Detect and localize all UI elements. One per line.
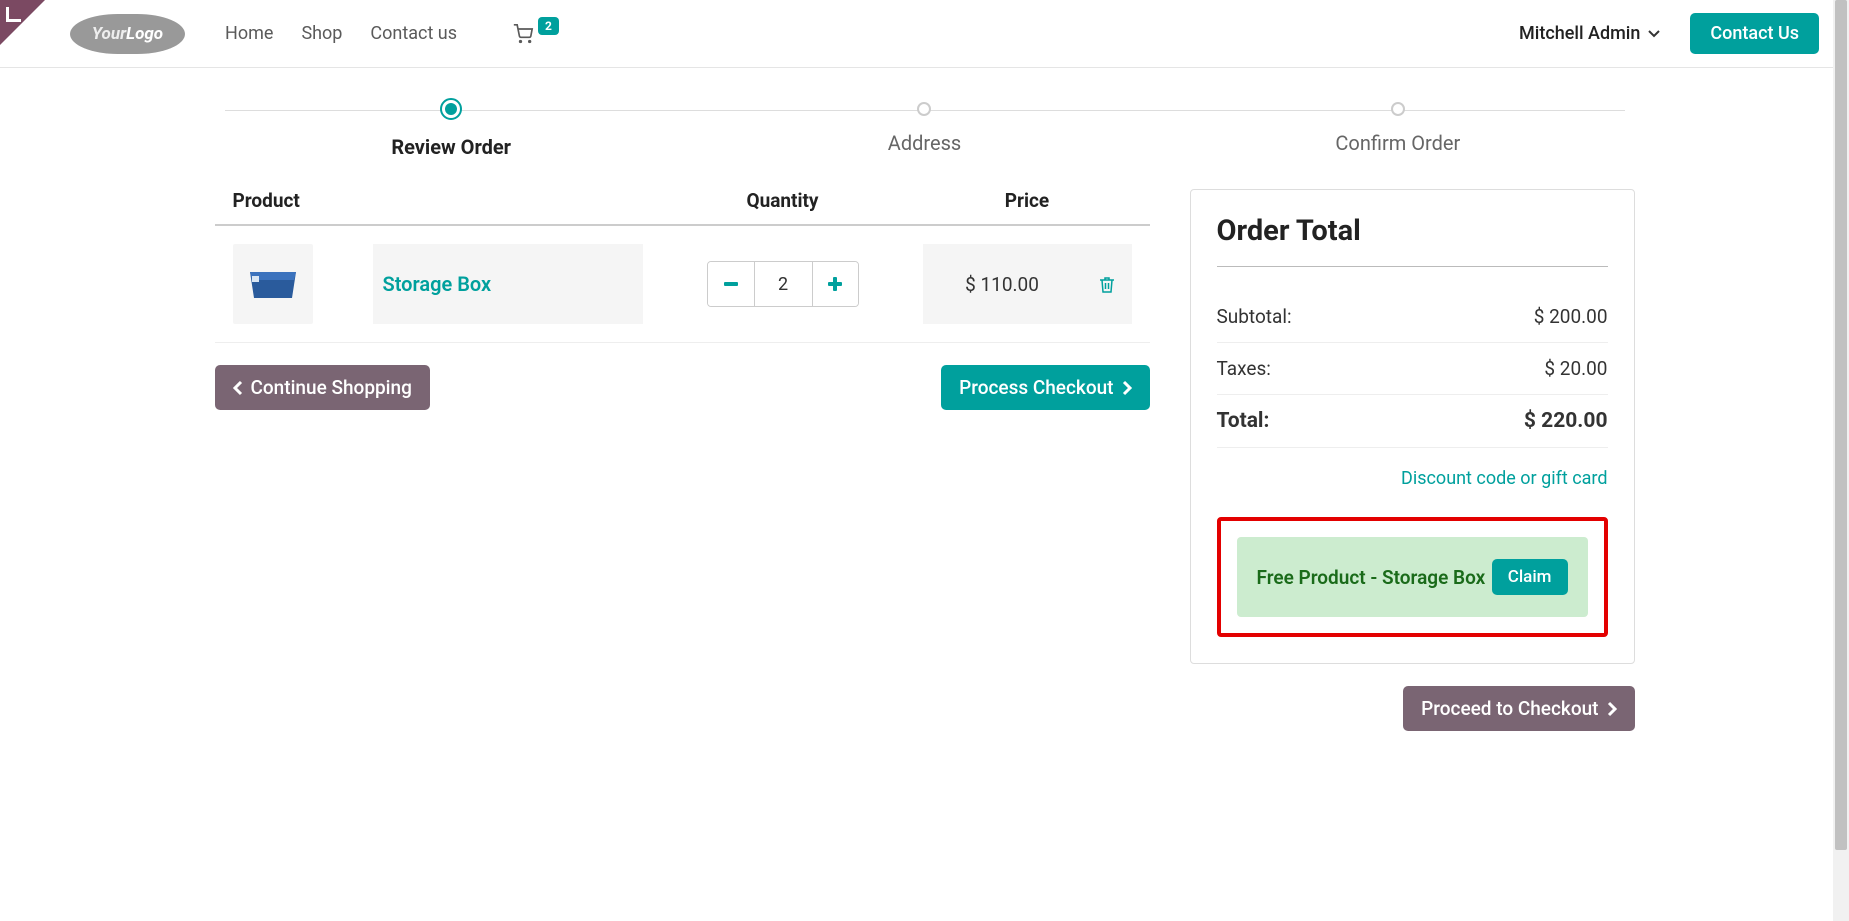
scrollbar-thumb[interactable]: [1835, 0, 1847, 850]
col-price: Price: [923, 189, 1132, 212]
header: YourLogo Home Shop Contact us 2 Mitchell…: [0, 0, 1849, 68]
quantity-stepper: 2: [707, 261, 859, 307]
reward-highlight-box: Free Product - Storage Box Claim: [1217, 517, 1608, 637]
reward-banner: Free Product - Storage Box Claim: [1237, 537, 1588, 617]
user-menu[interactable]: Mitchell Admin: [1519, 23, 1660, 44]
summary-value: $ 20.00: [1544, 357, 1607, 380]
summary-value: $ 200.00: [1534, 305, 1608, 328]
step-dot-icon: [1391, 102, 1405, 116]
caret-down-icon: [1648, 30, 1660, 38]
step-review-order[interactable]: Review Order: [215, 98, 688, 159]
product-image[interactable]: [233, 244, 313, 324]
process-checkout-label: Process Checkout: [959, 376, 1113, 399]
logo-text-1: Your: [92, 24, 126, 44]
chevron-right-icon: [1607, 701, 1617, 717]
qty-increase-button[interactable]: [812, 262, 858, 306]
dev-corner-badge[interactable]: [0, 0, 45, 45]
summary-row-subtotal: Subtotal: $ 200.00: [1217, 291, 1608, 343]
cart-header-row: Product Quantity Price: [215, 189, 1150, 226]
price-cell: $ 110.00: [923, 244, 1082, 324]
discount-link-wrap: Discount code or gift card: [1217, 468, 1608, 489]
claim-reward-button[interactable]: Claim: [1492, 559, 1568, 595]
qty-decrease-button[interactable]: [708, 262, 754, 306]
product-link[interactable]: Storage Box: [383, 272, 492, 296]
proceed-label: Proceed to Checkout: [1421, 697, 1598, 720]
proceed-row: Proceed to Checkout: [1190, 686, 1635, 731]
contact-us-button[interactable]: Contact Us: [1690, 13, 1819, 54]
col-product: Product: [233, 189, 643, 212]
quantity-cell: 2: [643, 261, 923, 307]
user-name: Mitchell Admin: [1519, 23, 1640, 44]
qty-input[interactable]: 2: [754, 262, 812, 306]
reward-text: Free Product - Storage Box: [1257, 566, 1486, 589]
vertical-scrollbar[interactable]: [1833, 0, 1849, 921]
main-container: Review Order Address Confirm Order Produ…: [215, 68, 1635, 731]
proceed-to-checkout-button[interactable]: Proceed to Checkout: [1403, 686, 1634, 731]
step-label: Address: [688, 131, 1161, 155]
step-dot-icon: [440, 98, 462, 120]
summary-value: $ 220.00: [1524, 409, 1608, 433]
order-total-card: Order Total Subtotal: $ 200.00 Taxes: $ …: [1190, 189, 1635, 664]
chevron-right-icon: [1122, 380, 1132, 396]
step-dot-icon: [917, 102, 931, 116]
col-quantity: Quantity: [643, 189, 923, 212]
continue-shopping-button[interactable]: Continue Shopping: [215, 365, 430, 410]
nav-contact[interactable]: Contact us: [370, 23, 457, 44]
summary-row-taxes: Taxes: $ 20.00: [1217, 343, 1608, 395]
cart-row: Storage Box 2 $ 110.00: [215, 226, 1150, 343]
cart-icon: [512, 24, 534, 44]
nav-home[interactable]: Home: [225, 23, 273, 44]
summary-row-total: Total: $ 220.00: [1217, 395, 1608, 448]
checkout-stepper: Review Order Address Confirm Order: [215, 98, 1635, 159]
plus-icon: [828, 277, 842, 291]
cart-buttons-row: Continue Shopping Process Checkout: [215, 365, 1150, 410]
step-label: Confirm Order: [1161, 131, 1634, 155]
product-name-cell: Storage Box: [373, 244, 643, 324]
step-confirm-order[interactable]: Confirm Order: [1161, 98, 1634, 155]
summary-label: Subtotal:: [1217, 305, 1292, 328]
storage-box-icon: [246, 266, 300, 302]
process-checkout-button[interactable]: Process Checkout: [941, 365, 1149, 410]
cart-link[interactable]: 2: [512, 24, 559, 44]
nav-links: Home Shop Contact us: [225, 23, 457, 44]
logo-text-2: Logo: [126, 24, 163, 44]
remove-item-button[interactable]: [1099, 274, 1115, 294]
chevron-left-icon: [233, 380, 243, 396]
trash-icon: [1099, 276, 1115, 294]
nav-shop[interactable]: Shop: [301, 23, 342, 44]
site-logo[interactable]: YourLogo: [70, 14, 185, 54]
delete-cell: [1082, 244, 1132, 324]
minus-icon: [724, 282, 738, 286]
step-label: Review Order: [215, 135, 688, 159]
discount-code-link[interactable]: Discount code or gift card: [1401, 468, 1607, 489]
summary-label: Total:: [1217, 409, 1270, 433]
continue-shopping-label: Continue Shopping: [251, 376, 412, 399]
summary-label: Taxes:: [1217, 357, 1271, 380]
order-total-title: Order Total: [1217, 214, 1608, 248]
step-address[interactable]: Address: [688, 98, 1161, 155]
cart-panel: Product Quantity Price Storage Box 2: [215, 189, 1150, 410]
cart-count-badge: 2: [538, 17, 559, 35]
summary-panel: Order Total Subtotal: $ 200.00 Taxes: $ …: [1190, 189, 1635, 731]
